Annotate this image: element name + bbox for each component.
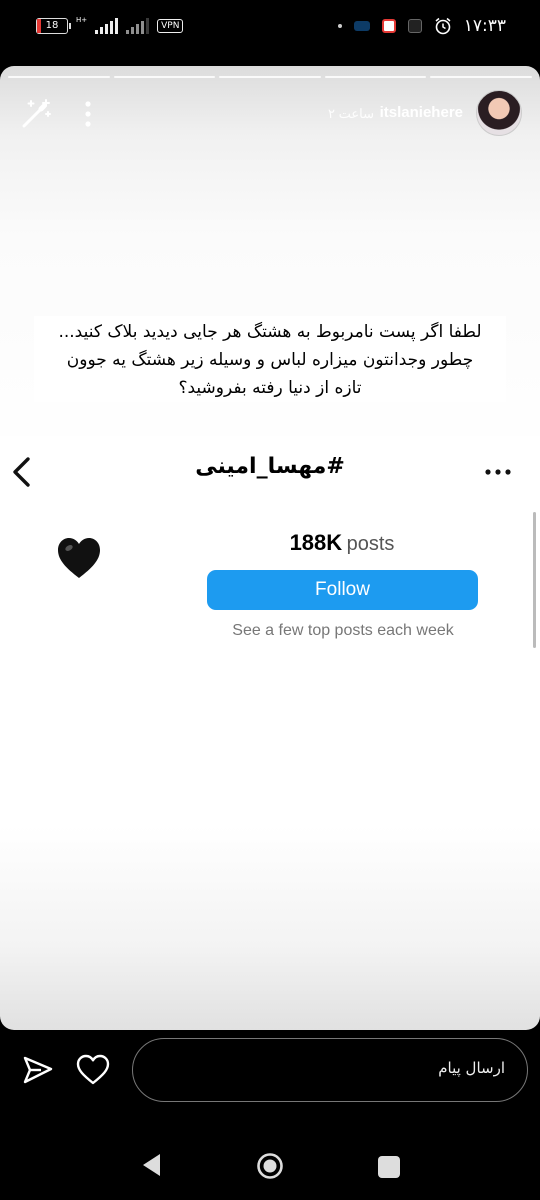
hashtag-title: #مهسا_امینی [195, 454, 345, 479]
story-progress [8, 76, 532, 78]
post-count-label: posts [346, 533, 395, 555]
alarm-icon [435, 17, 451, 35]
message-placeholder: ارسال پیام [438, 1059, 505, 1077]
follow-button: Follow [207, 570, 478, 610]
more-horizontal-icon [485, 469, 511, 475]
notification-dot-icon [337, 24, 342, 28]
hashtag-header: #مهسا_امینی [0, 436, 540, 506]
note-line: لطفا اگر پست نامربوط به هشتگ هر جایی دید… [58, 322, 482, 342]
nav-recent-apps-icon[interactable] [378, 1156, 400, 1178]
send-icon[interactable] [22, 1054, 54, 1086]
post-count-value: 188K [289, 530, 343, 555]
scrollbar [533, 512, 536, 648]
note-line: چطور وجدانتون میزاره لباس و وسیله زیر هش… [66, 350, 474, 370]
magic-wand-icon[interactable] [20, 96, 54, 130]
story-card[interactable]: ۲ ساعت itslaniehere لطفا اگر پست نامربوط… [0, 66, 540, 1030]
black-heart-icon [58, 538, 100, 578]
clock: ۱۷:۳۳ [463, 16, 506, 36]
signal-icon [95, 18, 119, 34]
battery-icon: 18 [36, 18, 71, 34]
follow-subtext: See a few top posts each week [232, 622, 454, 639]
hashtag-info: 🖤 188K posts Follow See a few top posts … [0, 506, 540, 652]
system-nav-bar [0, 1130, 540, 1200]
app-notification-icon [381, 19, 396, 33]
status-bar: 18 H+ VPN ۱۷:۳۳ [0, 0, 540, 60]
story-header: ۲ ساعت itslaniehere [0, 88, 540, 148]
message-input[interactable]: ارسال پیام [132, 1038, 528, 1102]
battery-level: 18 [45, 20, 59, 31]
network-type: H+ [76, 16, 88, 24]
reply-bar: ارسال پیام [0, 1030, 540, 1120]
status-right: ۱۷:۳۳ [337, 16, 506, 36]
story-username[interactable]: itslaniehere [380, 104, 463, 121]
tiktok-icon [407, 19, 422, 33]
story-text-note: لطفا اگر پست نامربوط به هشتگ هر جایی دید… [34, 316, 506, 402]
more-vertical-icon[interactable] [82, 100, 94, 128]
status-left: 18 H+ VPN [36, 16, 184, 34]
key-icon [353, 21, 370, 31]
post-count: 188K posts [208, 530, 476, 556]
story-time-ago: ۲ ساعت [328, 106, 374, 121]
nav-home-icon[interactable] [256, 1152, 284, 1180]
signal-icon-2 [126, 18, 150, 34]
vpn-badge: VPN [157, 19, 184, 33]
note-line: تازه از دنیا رفته بفروشید؟ [178, 378, 362, 398]
avatar[interactable] [476, 90, 522, 136]
nav-back-icon[interactable] [140, 1152, 164, 1178]
heart-icon[interactable] [76, 1054, 110, 1086]
